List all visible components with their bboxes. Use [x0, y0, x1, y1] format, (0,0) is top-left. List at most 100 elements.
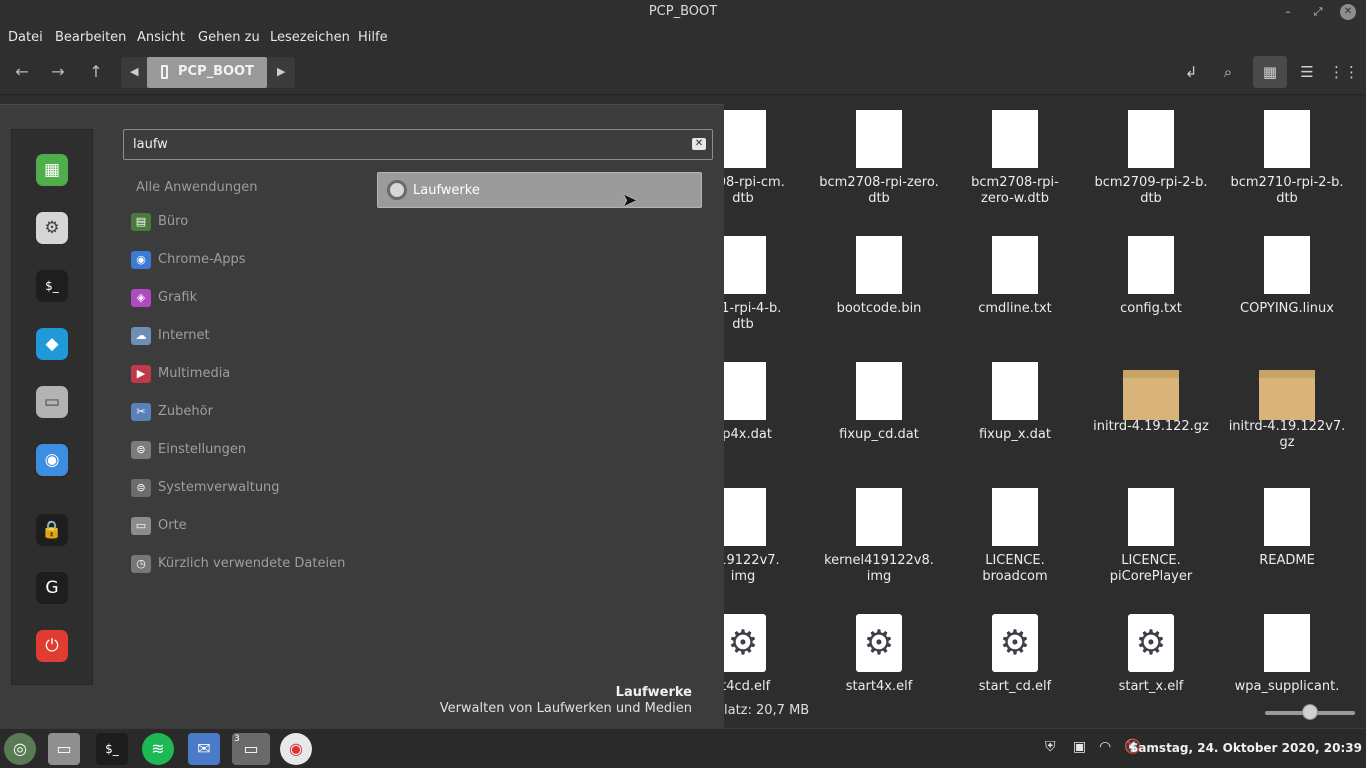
category-label: Einstellungen: [158, 442, 247, 457]
folder-icon: ▭: [131, 517, 151, 535]
binary-file-icon: [992, 362, 1038, 420]
file-item[interactable]: ⚙ start_cd.elf: [950, 614, 1080, 695]
path-segment-pcp-boot[interactable]: PCP_BOOT: [147, 57, 267, 88]
clock-datetime[interactable]: Samstag, 24. Oktober 2020, 20:39: [1130, 741, 1362, 755]
files-icon[interactable]: ▭: [36, 386, 68, 418]
up-button[interactable]: ↑: [83, 60, 109, 84]
category-label: Zubehör: [158, 404, 213, 419]
taskbar-spotify-icon[interactable]: ≋: [142, 733, 174, 765]
file-item[interactable]: README: [1222, 488, 1352, 569]
file-item[interactable]: bcm2710-rpi-2-b. dtb: [1222, 110, 1352, 207]
file-item[interactable]: ⚙ start4x.elf: [814, 614, 944, 695]
file-item[interactable]: bcm2709-rpi-2-b. dtb: [1086, 110, 1216, 207]
taskbar-files-icon[interactable]: ▭: [48, 733, 80, 765]
forward-button[interactable]: →: [45, 60, 71, 84]
category-label: Systemverwaltung: [158, 480, 280, 495]
screenshot-icon[interactable]: ◉: [36, 444, 68, 476]
graphics-icon: ◈: [131, 289, 151, 307]
file-name: LICENCE. broadcom: [982, 553, 1048, 584]
file-name: bcm2710-rpi-2-b. dtb: [1230, 175, 1344, 206]
clear-search-icon[interactable]: ✕: [692, 138, 706, 150]
executable-file-icon: ⚙: [856, 614, 902, 672]
close-button[interactable]: ✕: [1340, 4, 1356, 20]
file-item[interactable]: fixup_x.dat: [950, 362, 1080, 443]
file-item[interactable]: bcm2708-rpi-zero. dtb: [814, 110, 944, 207]
search-result-label: Laufwerke: [413, 183, 480, 198]
binary-file-icon: [1128, 110, 1174, 168]
menu-file[interactable]: Datei: [8, 30, 43, 45]
taskbar-mail-icon[interactable]: ✉: [188, 733, 220, 765]
menu-bar: Datei Bearbeiten Ansicht Gehen zu Leseze…: [0, 24, 1366, 50]
menu-launcher-icon[interactable]: ◎: [4, 733, 36, 765]
path-right-arrow-icon[interactable]: ▶: [277, 65, 285, 78]
shield-icon[interactable]: ⛨: [1045, 739, 1056, 755]
file-name: LICENCE. piCorePlayer: [1109, 553, 1193, 584]
menu-bookmarks[interactable]: Lesezeichen: [270, 30, 350, 45]
file-item[interactable]: config.txt: [1086, 236, 1216, 317]
location-toggle-button[interactable]: ↲: [1174, 56, 1208, 88]
executable-file-icon: ⚙: [1128, 614, 1174, 672]
text-file-icon: [992, 488, 1038, 546]
toggle-icon: ⊜: [131, 441, 151, 459]
file-item[interactable]: ⚙ start_x.elf: [1086, 614, 1216, 695]
file-name: bcm2709-rpi-2-b. dtb: [1094, 175, 1208, 206]
zoom-slider-handle[interactable]: [1302, 704, 1318, 720]
mouse-pointer-icon: ➤: [622, 190, 638, 211]
window-title: PCP_BOOT: [648, 4, 718, 19]
file-item[interactable]: kernel419122v8. img: [814, 488, 944, 585]
menu-go[interactable]: Gehen zu: [198, 30, 260, 45]
icon-view-button[interactable]: ▦: [1253, 56, 1287, 88]
search-button[interactable]: ⌕: [1211, 56, 1245, 88]
wifi-icon[interactable]: ◠: [1099, 739, 1111, 755]
file-item[interactable]: initrd-4.19.122v7. gz: [1222, 362, 1352, 451]
executable-file-icon: ⚙: [720, 614, 766, 672]
maximize-button[interactable]: ⤢: [1310, 4, 1326, 20]
taskbar: ◎ ▭ $_ ≋ ✉ 3 ▭ ◉ ⛨ ▣ ◠ 🔇 Samstag, 24. Okt…: [0, 728, 1366, 768]
file-item[interactable]: cmdline.txt: [950, 236, 1080, 317]
archive-file-icon: [1259, 370, 1315, 420]
kodi-icon[interactable]: ◆: [36, 328, 68, 360]
software-manager-icon[interactable]: ▦: [36, 154, 68, 186]
logout-icon[interactable]: G: [36, 572, 68, 604]
search-input[interactable]: laufw ✕: [123, 129, 713, 160]
taskbar-chrome-icon[interactable]: ◉: [280, 733, 312, 765]
file-item[interactable]: initrd-4.19.122.gz: [1086, 362, 1216, 435]
file-item[interactable]: wpa_supplicant.: [1222, 614, 1352, 695]
file-item[interactable]: fixup_cd.dat: [814, 362, 944, 443]
power-icon[interactable]: ⏻: [36, 630, 68, 662]
menu-view[interactable]: Ansicht: [137, 30, 185, 45]
binary-file-icon: [720, 236, 766, 294]
file-item[interactable]: bcm2708-rpi- zero-w.dtb: [950, 110, 1080, 207]
settings-icon[interactable]: ⚙: [36, 212, 68, 244]
text-file-icon: [992, 236, 1038, 294]
file-item[interactable]: LICENCE. piCorePlayer: [1086, 488, 1216, 585]
binary-file-icon: [992, 110, 1038, 168]
application-menu: ▦ ⚙ $_ ◆ ▭ ◉ 🔒 G ⏻ laufw ✕ Alle Anwendungen ▤ Bür…: [0, 104, 724, 728]
terminal-icon[interactable]: $_: [36, 270, 68, 302]
favorites-bar: ▦ ⚙ $_ ◆ ▭ ◉ 🔒 G ⏻: [11, 129, 93, 685]
compact-view-button[interactable]: ⋮⋮: [1327, 56, 1361, 88]
lock-icon[interactable]: 🔒: [36, 514, 68, 546]
category-label: Büro: [158, 214, 189, 229]
menu-edit[interactable]: Bearbeiten: [55, 30, 126, 45]
binary-file-icon: [720, 362, 766, 420]
search-result-laufwerke[interactable]: Laufwerke: [377, 172, 702, 208]
taskbar-terminal-icon[interactable]: $_: [96, 733, 128, 765]
back-button[interactable]: ←: [9, 60, 35, 84]
file-item[interactable]: LICENCE. broadcom: [950, 488, 1080, 585]
path-bar: ◀ PCP_BOOT ▶: [121, 57, 295, 88]
file-item[interactable]: COPYING.linux: [1222, 236, 1352, 317]
taskbar-files-window-group[interactable]: 3 ▭: [232, 733, 270, 765]
category-label: Grafik: [158, 290, 198, 305]
binary-file-icon: [856, 236, 902, 294]
clipboard-icon[interactable]: ▣: [1073, 739, 1086, 755]
menu-help[interactable]: Hilfe: [358, 30, 388, 45]
file-item[interactable]: bootcode.bin: [814, 236, 944, 317]
file-name: initrd-4.19.122v7. gz: [1228, 419, 1346, 450]
list-view-button[interactable]: ☰: [1290, 56, 1324, 88]
path-left-arrow-icon[interactable]: ◀: [130, 65, 138, 78]
category-all-applications[interactable]: Alle Anwendungen: [136, 180, 257, 195]
file-name: fixup_x.dat: [978, 427, 1051, 442]
file-name: bcm2708-rpi- zero-w.dtb: [971, 175, 1059, 206]
minimize-button[interactable]: –: [1280, 4, 1296, 20]
